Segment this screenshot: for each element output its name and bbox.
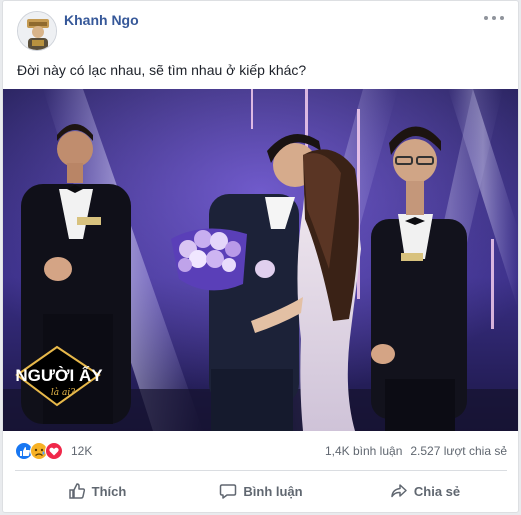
comment-icon — [220, 484, 237, 499]
post-card: Khanh Ngo Đời này có lạc nhau, sẽ tìm nh… — [2, 0, 519, 513]
love-icon — [45, 442, 63, 460]
author-avatar[interactable] — [17, 11, 57, 51]
comment-button[interactable]: Bình luận — [179, 473, 343, 509]
show-logo-line1: NGƯỜI ẤY — [15, 366, 103, 385]
comment-label: Bình luận — [243, 483, 303, 499]
post-stats: 1,4K bình luận 2.527 lượt chia sẻ — [325, 444, 507, 458]
comment-count[interactable]: 1,4K bình luận — [325, 444, 402, 458]
reactions-bar: 12K 1,4K bình luận 2.527 lượt chia sẻ — [15, 439, 507, 463]
like-icon — [15, 442, 33, 460]
post-text: Đời này có lạc nhau, sẽ tìm nhau ở kiếp … — [17, 62, 307, 78]
show-logo-line2: là ai? — [51, 387, 75, 398]
share-icon — [391, 484, 407, 498]
share-button[interactable]: Chia sẻ — [343, 473, 507, 509]
sad-icon — [30, 442, 48, 460]
post-photo[interactable]: NGƯỜI ẤY là ai? — [3, 89, 518, 431]
reaction-icons[interactable] — [15, 441, 67, 461]
thumbs-up-icon — [68, 483, 85, 499]
actions-divider — [15, 470, 507, 471]
like-button[interactable]: Thích — [15, 473, 179, 509]
more-options-icon[interactable] — [484, 11, 504, 25]
share-label: Chia sẻ — [413, 483, 461, 499]
reaction-count[interactable]: 12K — [71, 444, 92, 458]
share-count[interactable]: 2.527 lượt chia sẻ — [410, 444, 507, 458]
author-name[interactable]: Khanh Ngo — [64, 12, 139, 28]
post-actions: Thích Bình luận Chia sẻ — [15, 473, 507, 509]
like-label: Thích — [91, 483, 127, 499]
post-header: Khanh Ngo — [3, 1, 518, 57]
